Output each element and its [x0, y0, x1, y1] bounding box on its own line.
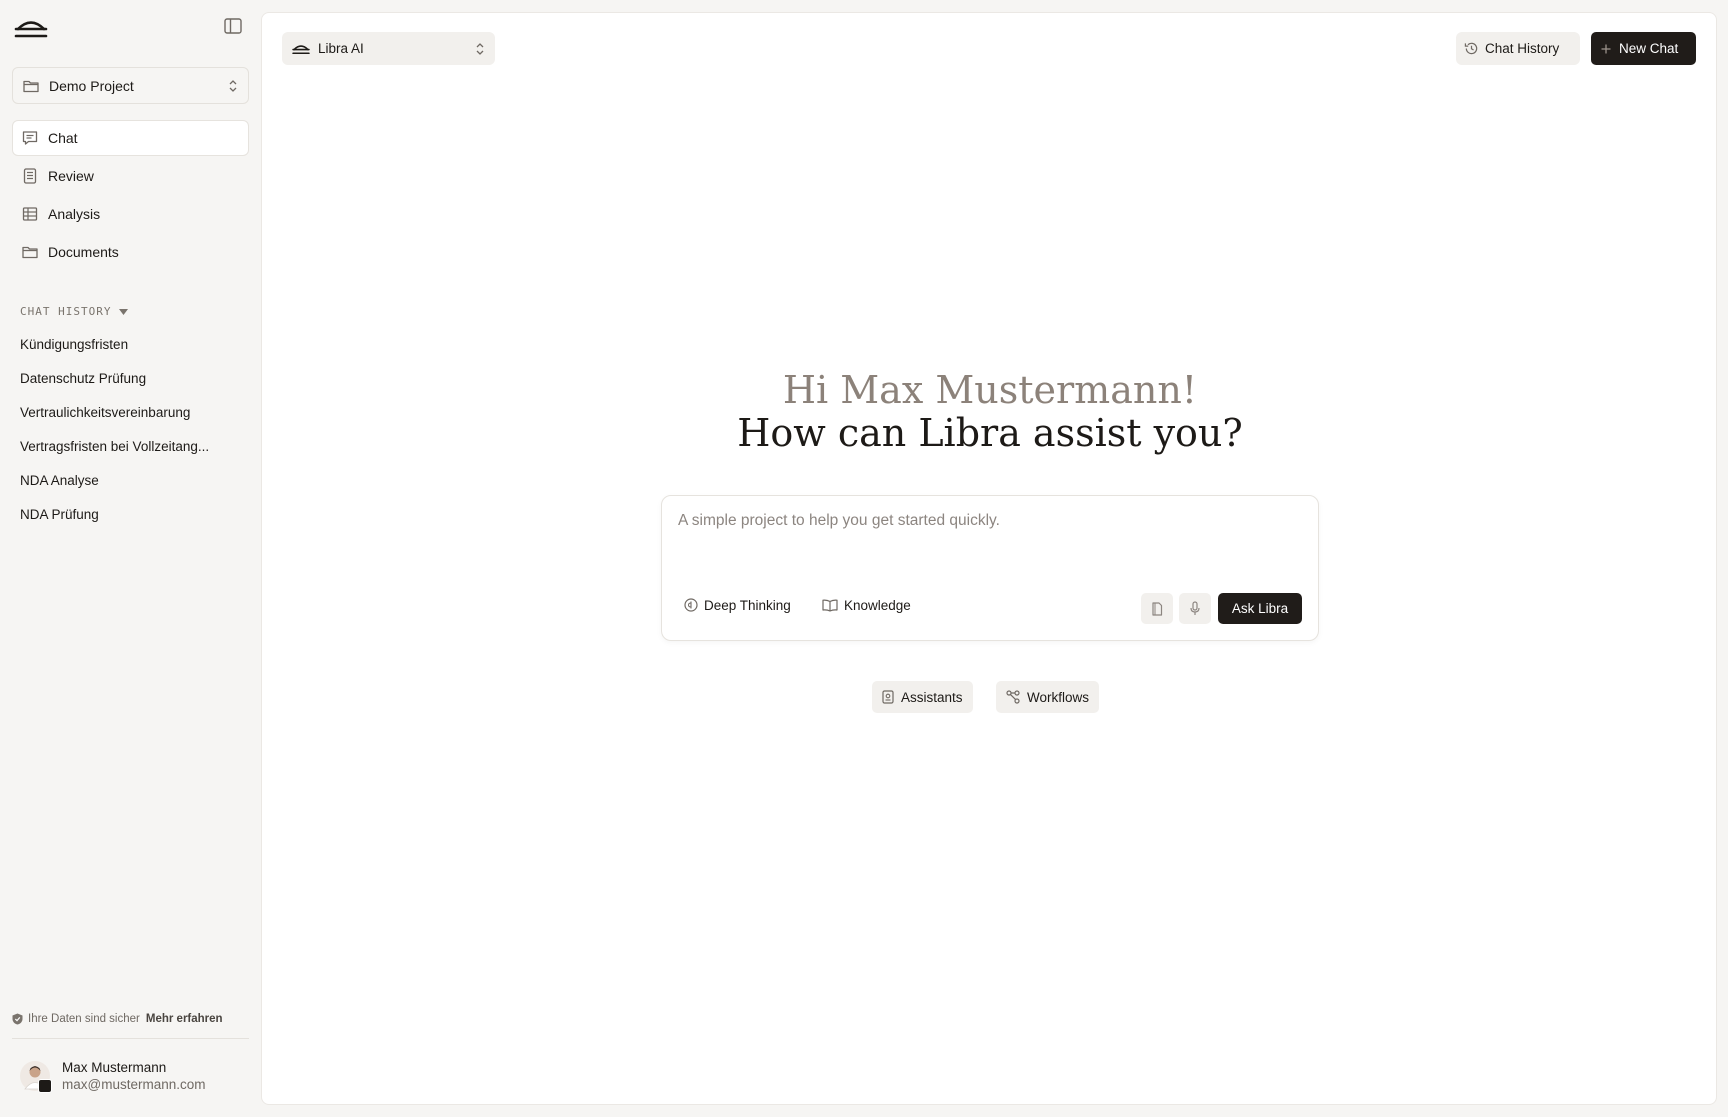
nav-item-documents[interactable]: Documents: [12, 234, 249, 270]
main-nav: Chat Review Analysis Documents: [12, 120, 249, 272]
history-item[interactable]: Kündigungsfristen: [20, 327, 240, 361]
nav-item-analysis[interactable]: Analysis: [12, 196, 249, 232]
project-select-label: Demo Project: [49, 77, 134, 94]
user-name: Max Mustermann: [62, 1060, 167, 1075]
history-item[interactable]: Vertragsfristen bei Vollzeitang...: [20, 429, 240, 463]
nav-item-review[interactable]: Review: [12, 158, 249, 194]
avatar-badge: [38, 1079, 52, 1093]
assistants-button[interactable]: Assistants: [872, 681, 973, 713]
book-icon: [822, 599, 838, 612]
avatar: [20, 1061, 52, 1093]
greeting-name: Hi Max Mustermann!: [782, 368, 1198, 412]
project-select[interactable]: Demo Project: [12, 67, 249, 104]
learn-more-link[interactable]: Mehr erfahren: [146, 1013, 223, 1025]
sidebar: Demo Project Chat Review Analysis Docume…: [0, 0, 260, 1117]
history-item[interactable]: NDA Prüfung: [20, 497, 240, 531]
model-select-label: Libra AI: [318, 41, 364, 56]
greeting: Hi Max Mustermann! How can Libra assist …: [262, 369, 1718, 455]
prompt-input[interactable]: [678, 512, 1298, 530]
libra-logo-icon[interactable]: [14, 17, 48, 39]
chat-history-button-label: Chat History: [1485, 41, 1560, 56]
new-chat-button[interactable]: New Chat: [1591, 32, 1696, 65]
caret-down-icon: [119, 308, 129, 315]
deep-thinking-toggle[interactable]: Deep Thinking: [684, 593, 791, 617]
user-profile[interactable]: Max Mustermann max@mustermann.com: [20, 1060, 206, 1093]
folder-icon: [23, 79, 39, 93]
chat-history-button[interactable]: Chat History: [1456, 32, 1580, 65]
model-select[interactable]: Libra AI: [282, 32, 495, 65]
microphone-icon: [1189, 601, 1201, 616]
composer: Deep Thinking Knowledge: [661, 495, 1319, 641]
user-email: max@mustermann.com: [62, 1077, 206, 1092]
chevron-updown-icon: [475, 42, 485, 56]
table-icon: [22, 206, 38, 222]
chat-history-list: Kündigungsfristen Datenschutz Prüfung Ve…: [20, 327, 240, 531]
sidebar-toggle-icon[interactable]: [224, 18, 246, 38]
plus-icon: [1601, 44, 1611, 54]
nav-item-chat[interactable]: Chat: [12, 120, 249, 156]
workflow-icon: [1006, 690, 1020, 704]
nav-item-label: Review: [48, 168, 94, 184]
chat-history-heading: CHAT HISTORY: [20, 305, 112, 318]
workflows-button[interactable]: Workflows: [996, 681, 1100, 713]
chat-history-toggle[interactable]: CHAT HISTORY: [20, 305, 129, 318]
nav-item-label: Chat: [48, 130, 78, 146]
knowledge-label: Knowledge: [844, 597, 911, 613]
chat-icon: [22, 130, 38, 146]
data-safety-notice: Ihre Daten sind sicher Mehr erfahren: [12, 1013, 223, 1025]
assistants-label: Assistants: [901, 689, 963, 705]
nav-item-label: Documents: [48, 244, 119, 260]
workflows-label: Workflows: [1027, 689, 1090, 705]
history-item[interactable]: Vertraulichkeitsvereinbarung: [20, 395, 240, 429]
knowledge-toggle[interactable]: Knowledge: [822, 593, 911, 617]
chevron-updown-icon: [228, 79, 238, 93]
deep-thinking-label: Deep Thinking: [704, 597, 791, 613]
review-icon: [22, 168, 38, 184]
folder-icon: [22, 245, 38, 259]
brain-icon: [684, 598, 698, 612]
new-chat-button-label: New Chat: [1619, 41, 1679, 56]
history-item[interactable]: NDA Analyse: [20, 463, 240, 497]
main-panel: Libra AI Chat History New Chat Hi Max Mu…: [261, 12, 1717, 1105]
safety-text: Ihre Daten sind sicher: [28, 1013, 140, 1025]
voice-input-button[interactable]: [1179, 593, 1211, 624]
ask-libra-button[interactable]: Ask Libra: [1218, 593, 1302, 624]
nav-item-label: Analysis: [48, 206, 101, 222]
history-icon: [1464, 41, 1479, 56]
document-icon: [1151, 601, 1163, 616]
libra-logo-icon: [292, 43, 310, 55]
sidebar-divider: [12, 1038, 249, 1039]
shield-icon: [12, 1013, 23, 1025]
attach-button[interactable]: [1141, 593, 1173, 624]
history-item[interactable]: Datenschutz Prüfung: [20, 361, 240, 395]
greeting-question: How can Libra assist you?: [737, 411, 1243, 455]
assistant-icon: [882, 690, 894, 704]
